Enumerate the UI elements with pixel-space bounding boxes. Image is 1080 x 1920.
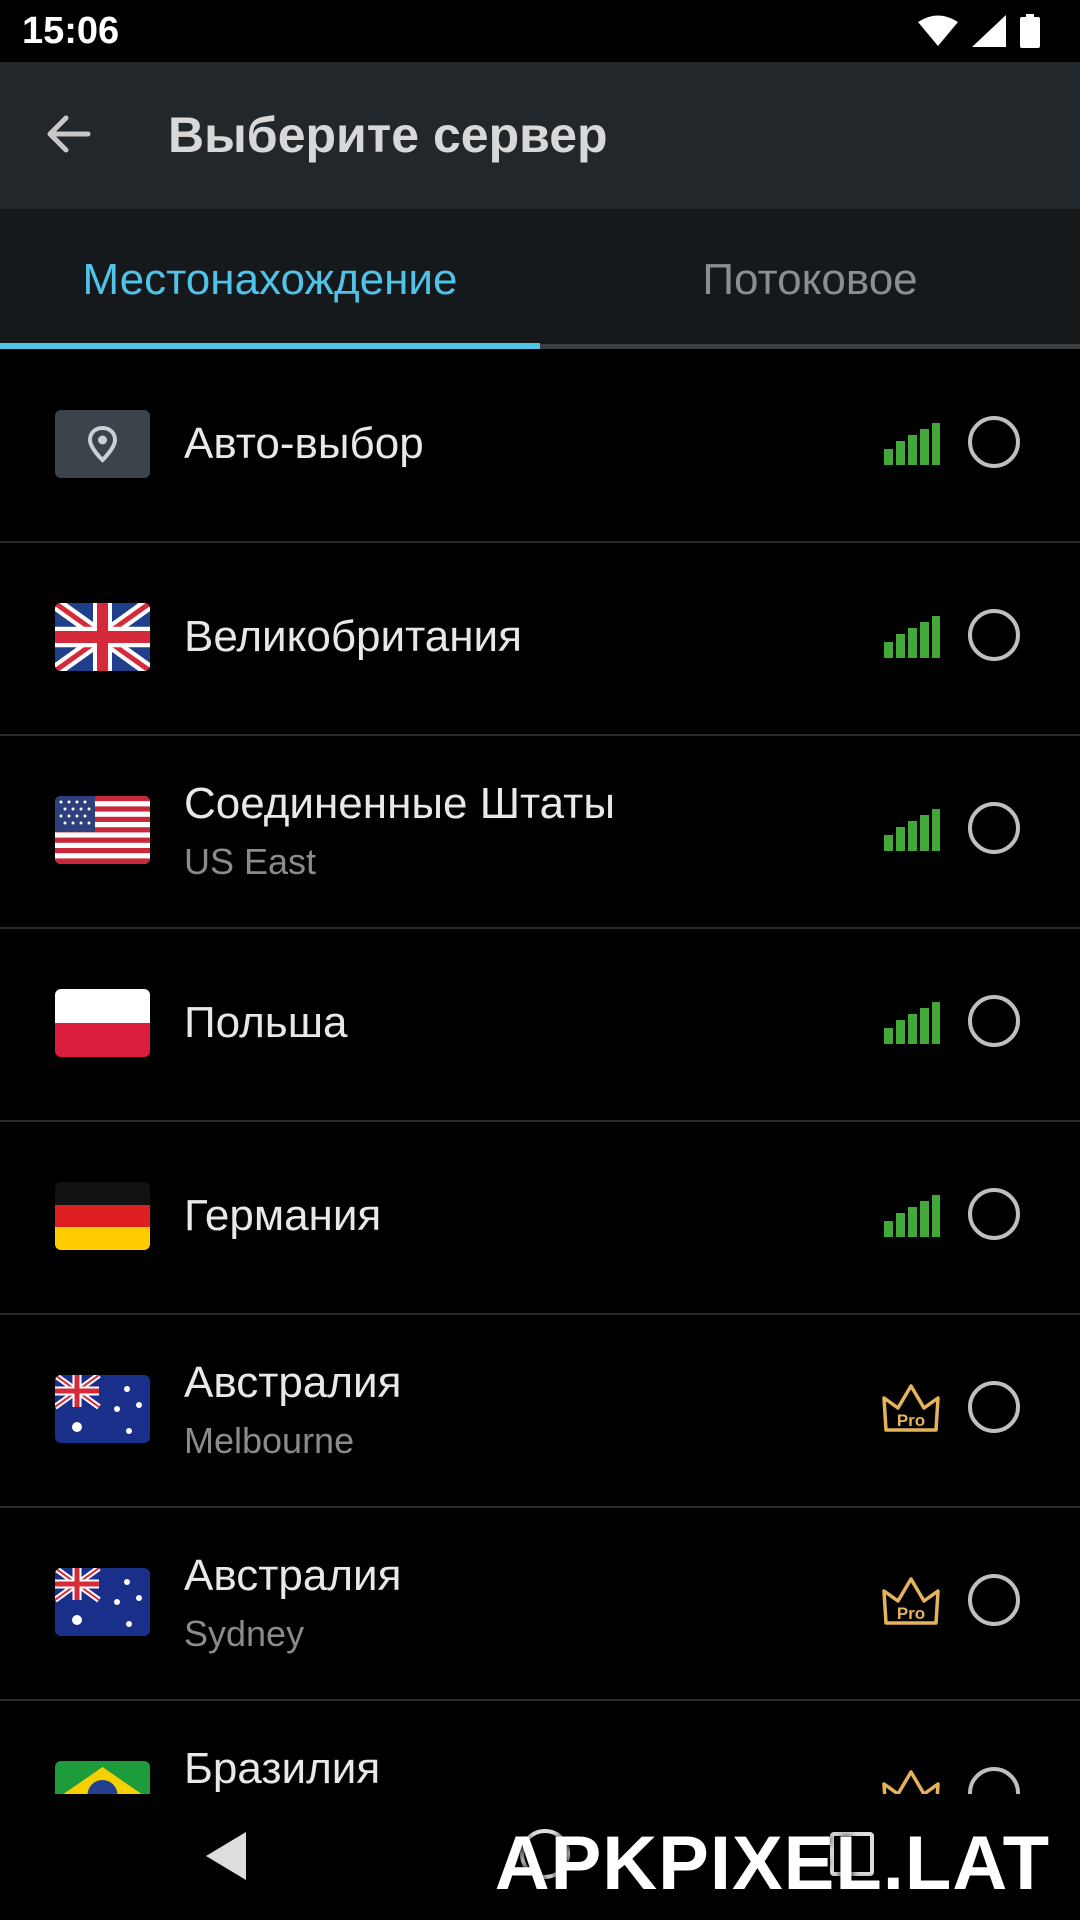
status-bar: 15:06 (0, 0, 1080, 62)
radio-button[interactable] (968, 802, 1020, 854)
radio-button[interactable] (968, 1381, 1020, 1433)
server-name: Авто-выбор (184, 419, 424, 468)
tab-location-label: Местонахождение (82, 255, 458, 304)
pro-crown-icon: Pro (882, 1384, 940, 1432)
radio-button[interactable] (968, 416, 1020, 468)
pro-crown-icon: Pro (882, 1577, 940, 1625)
flag-poland-icon (55, 989, 150, 1057)
tab-streaming-label: Потоковое (702, 255, 918, 304)
flag-uk-icon (55, 603, 150, 671)
signal-strength-icon (884, 423, 940, 465)
flag-us-icon (55, 796, 150, 864)
server-row-uk[interactable]: Великобритания (0, 542, 1080, 736)
signal-strength-icon (884, 1002, 940, 1044)
server-row-poland[interactable]: Польша (0, 928, 1080, 1122)
pro-label: Pro (897, 1411, 925, 1430)
server-row-australia-sydney[interactable]: Австралия Sydney Pro (0, 1507, 1080, 1701)
flag-australia-icon (55, 1375, 150, 1443)
server-name: Германия (184, 1191, 382, 1240)
server-city: US East (184, 841, 317, 882)
tab-bar: Местонахождение Потоковое (0, 209, 1080, 349)
server-city: Melbourne (184, 1420, 355, 1461)
flag-germany-icon (55, 1182, 150, 1250)
radio-button[interactable] (968, 1767, 1020, 1794)
nav-back-icon[interactable] (200, 1828, 250, 1884)
radio-button[interactable] (968, 995, 1020, 1047)
radio-button[interactable] (968, 609, 1020, 661)
server-row-australia-melbourne[interactable]: Австралия Melbourne Pro (0, 1314, 1080, 1508)
server-name: Польша (184, 998, 348, 1047)
server-row-auto[interactable]: Авто-выбор (0, 349, 1080, 543)
pro-label: Pro (897, 1604, 925, 1623)
app-bar: Выберите сервер (0, 62, 1080, 209)
server-row-brazil[interactable]: Бразилия (0, 1700, 1080, 1794)
tab-streaming[interactable]: Потоковое (540, 209, 1080, 349)
flag-brazil-icon (55, 1761, 150, 1794)
cell-signal-icon (972, 15, 1006, 47)
server-list[interactable]: Авто-выбор Великобритания Соединенные Шт… (0, 349, 1080, 1794)
server-name: Бразилия (184, 1744, 381, 1793)
signal-strength-icon (884, 616, 940, 658)
status-time: 15:06 (22, 10, 120, 52)
server-name: Великобритания (184, 612, 522, 661)
server-name: Австралия (184, 1551, 402, 1600)
battery-icon (1020, 14, 1040, 48)
flag-australia-icon (55, 1568, 150, 1636)
signal-strength-icon (884, 809, 940, 851)
tab-location[interactable]: Местонахождение (0, 209, 540, 349)
radio-button[interactable] (968, 1188, 1020, 1240)
radio-button[interactable] (968, 1574, 1020, 1626)
server-city: Sydney (184, 1613, 305, 1654)
wifi-icon (918, 15, 958, 46)
location-pin-icon (55, 410, 150, 478)
server-name: Австралия (184, 1358, 402, 1407)
status-icons (918, 14, 1040, 48)
server-row-us[interactable]: Соединенные Штаты US East (0, 735, 1080, 929)
watermark: APKPIXEL.LAT (494, 1821, 1050, 1906)
arrow-left-icon[interactable] (40, 106, 96, 162)
page-title: Выберите сервер (168, 107, 608, 163)
pro-crown-icon (882, 1770, 940, 1794)
server-name: Соединенные Штаты (184, 779, 615, 828)
server-row-germany[interactable]: Германия (0, 1121, 1080, 1315)
signal-strength-icon (884, 1195, 940, 1237)
